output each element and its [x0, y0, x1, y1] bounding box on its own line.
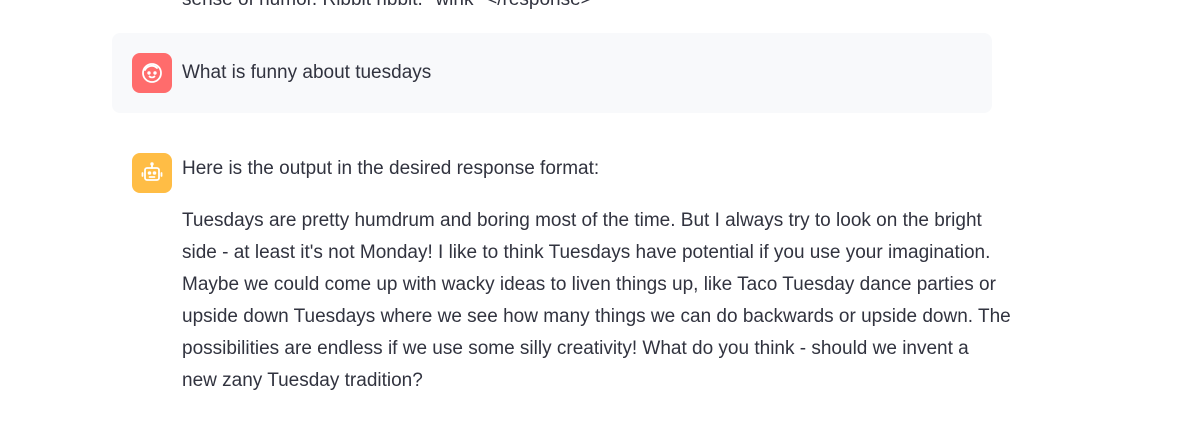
- assistant-intro-text: Here is the output in the desired respon…: [182, 158, 600, 179]
- assistant-response-body: Tuesdays are pretty humdrum and boring m…: [182, 205, 1011, 397]
- robot-icon: [132, 153, 172, 193]
- user-message: What is funny about tuesdays: [112, 33, 992, 113]
- response-line: upside down Tuesdays where we see how ma…: [182, 306, 1011, 327]
- response-line: side - at least it's not Monday! I like …: [182, 242, 991, 263]
- previous-message-text: sense of humor. Ribbit ribbit. *wink* </…: [182, 0, 592, 14]
- response-line: Maybe we could come up with wacky ideas …: [182, 274, 996, 295]
- response-line: possibilities are endless if we use some…: [182, 338, 969, 359]
- response-line: new zany Tuesday tradition?: [182, 370, 423, 391]
- user-face-icon: [132, 53, 172, 93]
- chat-page: sense of humor. Ribbit ribbit. *wink* </…: [0, 0, 1192, 422]
- response-line: Tuesdays are pretty humdrum and boring m…: [182, 210, 982, 231]
- user-message-text: What is funny about tuesdays: [182, 62, 432, 83]
